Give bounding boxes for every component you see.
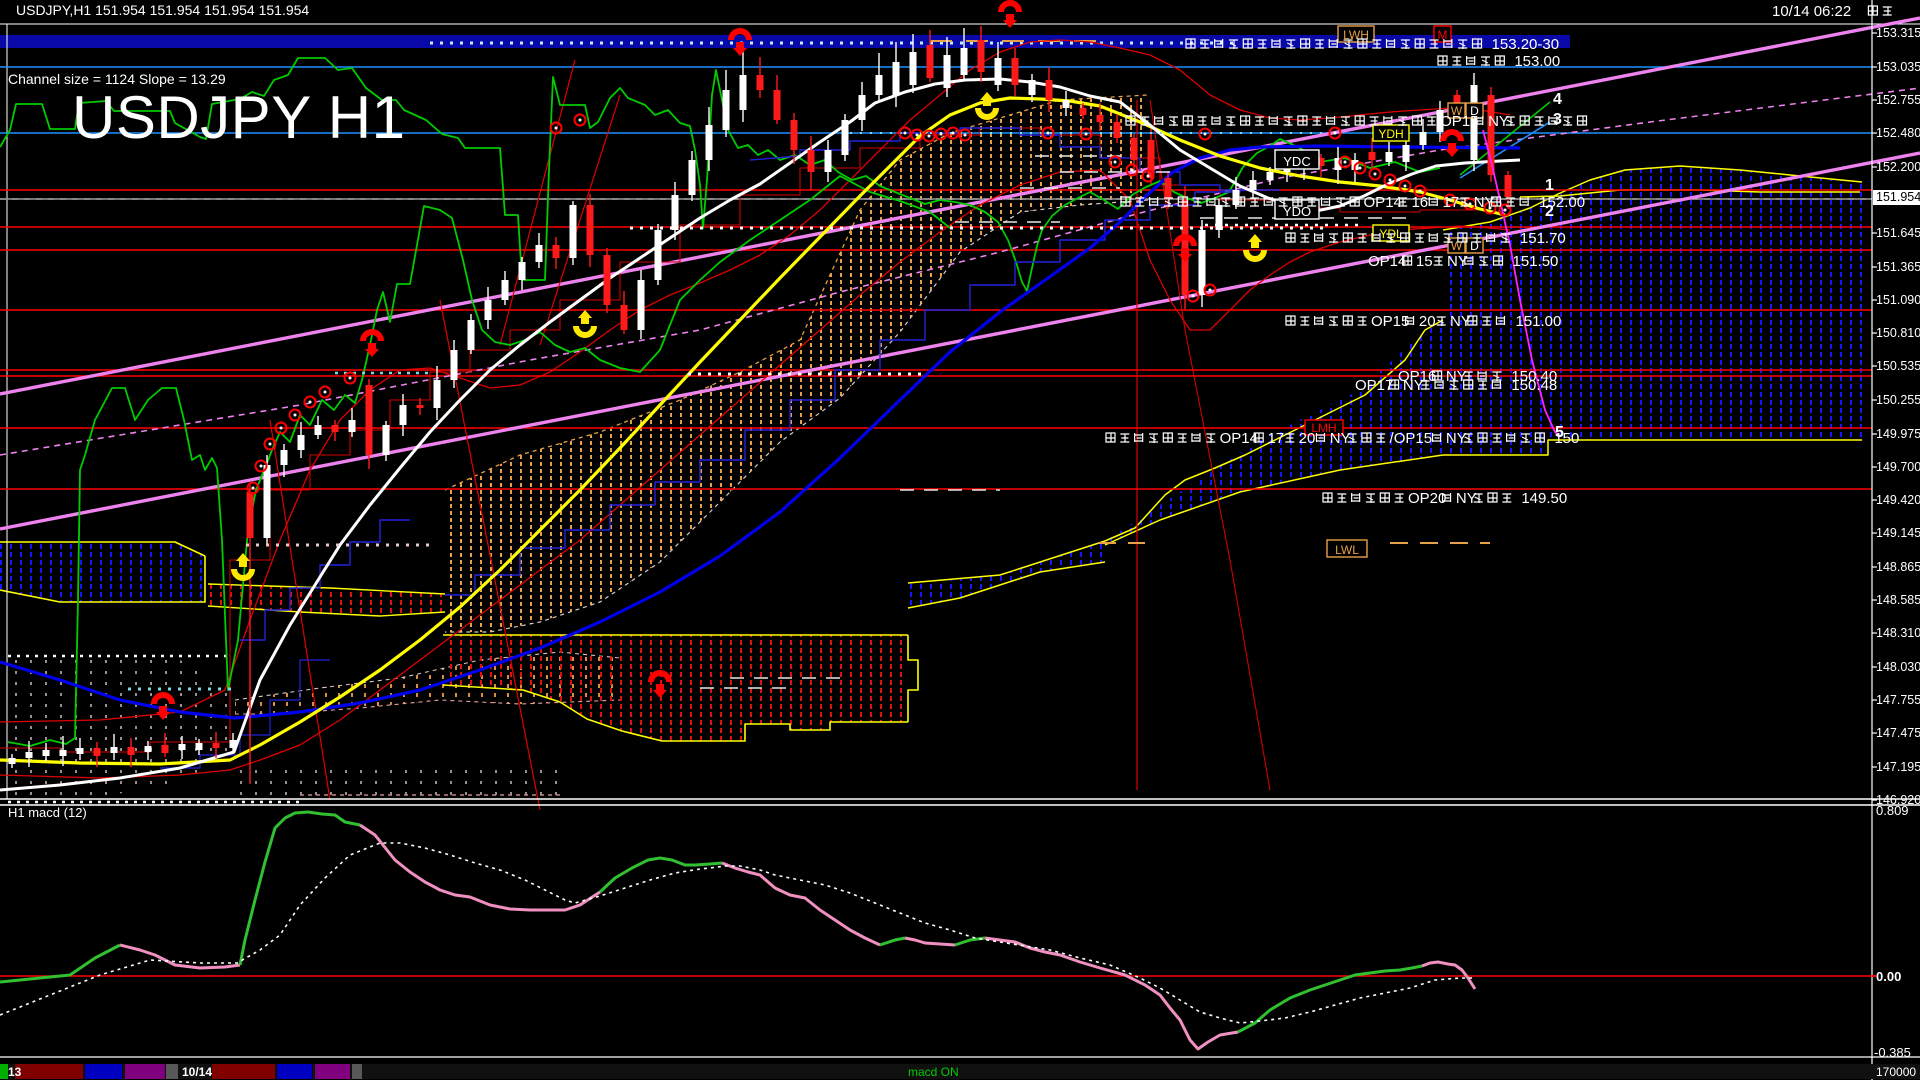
svg-text:17: 17 bbox=[1268, 430, 1285, 447]
svg-text:-0.385: -0.385 bbox=[1874, 1045, 1911, 1060]
svg-text:151.50: 151.50 bbox=[1513, 253, 1559, 270]
svg-text:NY: NY bbox=[1447, 253, 1468, 270]
svg-text:150.255: 150.255 bbox=[1876, 393, 1920, 407]
svg-text:15: 15 bbox=[1416, 253, 1433, 270]
svg-text:17: 17 bbox=[1443, 194, 1460, 211]
svg-text:H1 macd (12): H1 macd (12) bbox=[8, 805, 87, 820]
svg-text:150: 150 bbox=[1554, 430, 1579, 447]
svg-text:USDJPY,H1 151.954 151.954 151: USDJPY,H1 151.954 151.954 151.954 151.95… bbox=[16, 2, 309, 18]
svg-text:YDH: YDH bbox=[1378, 127, 1403, 141]
svg-text:0.809: 0.809 bbox=[1876, 803, 1909, 818]
svg-text:149.975: 149.975 bbox=[1876, 427, 1920, 441]
svg-text:10/14 06:22: 10/14 06:22 bbox=[1772, 3, 1851, 20]
svg-text:W: W bbox=[1451, 239, 1463, 253]
svg-text:20: 20 bbox=[1419, 313, 1436, 330]
svg-text:NY: NY bbox=[1456, 490, 1477, 507]
svg-text:148.865: 148.865 bbox=[1876, 560, 1920, 574]
svg-text:147.195: 147.195 bbox=[1876, 760, 1920, 774]
svg-text:OP14: OP14 bbox=[1220, 430, 1258, 447]
svg-text:150.535: 150.535 bbox=[1876, 359, 1920, 373]
svg-text:OP15: OP15 bbox=[1371, 313, 1409, 330]
svg-text:16: 16 bbox=[1411, 194, 1428, 211]
svg-text:NY: NY bbox=[1446, 430, 1467, 447]
svg-text:151.090: 151.090 bbox=[1876, 293, 1920, 307]
svg-text:151.70: 151.70 bbox=[1520, 230, 1566, 247]
svg-text:OP14: OP14 bbox=[1364, 194, 1402, 211]
svg-text:152.200: 152.200 bbox=[1876, 160, 1920, 174]
svg-text:148.310: 148.310 bbox=[1876, 626, 1920, 640]
svg-text:M: M bbox=[1438, 28, 1448, 42]
svg-text:153.035: 153.035 bbox=[1876, 60, 1920, 74]
svg-text:150.48: 150.48 bbox=[1511, 377, 1557, 394]
svg-text:OP14: OP14 bbox=[1368, 253, 1406, 270]
svg-text:152.00: 152.00 bbox=[1539, 194, 1585, 211]
svg-text:151.954: 151.954 bbox=[1876, 190, 1920, 204]
svg-text:170000: 170000 bbox=[1876, 1065, 1916, 1079]
svg-text:149.700: 149.700 bbox=[1876, 460, 1920, 474]
svg-text:153.20-30: 153.20-30 bbox=[1492, 36, 1560, 53]
svg-text:150.810: 150.810 bbox=[1876, 326, 1920, 340]
svg-text:153.315: 153.315 bbox=[1876, 26, 1920, 40]
svg-text:20: 20 bbox=[1299, 430, 1316, 447]
svg-text:152.480: 152.480 bbox=[1876, 126, 1920, 140]
svg-text:LWL: LWL bbox=[1335, 543, 1359, 557]
svg-text:13: 13 bbox=[8, 1065, 22, 1079]
svg-text:148.585: 148.585 bbox=[1876, 593, 1920, 607]
svg-text:149.50: 149.50 bbox=[1521, 490, 1567, 507]
svg-text:YDC: YDC bbox=[1283, 154, 1310, 169]
svg-text:148.030: 148.030 bbox=[1876, 660, 1920, 674]
svg-text:1: 1 bbox=[1545, 177, 1554, 194]
svg-text:NY: NY bbox=[1474, 194, 1495, 211]
svg-text:151.645: 151.645 bbox=[1876, 226, 1920, 240]
svg-text:/OP15: /OP15 bbox=[1390, 430, 1433, 447]
svg-text:OP17: OP17 bbox=[1355, 377, 1393, 394]
svg-text:4: 4 bbox=[1553, 91, 1562, 108]
svg-text:0.00: 0.00 bbox=[1876, 969, 1901, 984]
svg-text:OP20: OP20 bbox=[1408, 490, 1446, 507]
svg-text:OP15: OP15 bbox=[1440, 113, 1478, 130]
svg-text:NY: NY bbox=[1403, 377, 1424, 394]
svg-text:147.475: 147.475 bbox=[1876, 726, 1920, 740]
svg-text:10/14: 10/14 bbox=[182, 1065, 212, 1079]
svg-text:149.145: 149.145 bbox=[1876, 526, 1920, 540]
svg-text:152.755: 152.755 bbox=[1876, 93, 1920, 107]
svg-text:153.00: 153.00 bbox=[1514, 53, 1560, 70]
svg-text:151.00: 151.00 bbox=[1515, 313, 1561, 330]
svg-text:NY: NY bbox=[1330, 430, 1351, 447]
svg-text:3: 3 bbox=[1553, 111, 1562, 128]
svg-text:149.420: 149.420 bbox=[1876, 493, 1920, 507]
svg-text:147.755: 147.755 bbox=[1876, 693, 1920, 707]
svg-text:NY: NY bbox=[1488, 113, 1509, 130]
svg-text:NY: NY bbox=[1450, 313, 1471, 330]
svg-text:D: D bbox=[1470, 239, 1479, 253]
svg-text:151.365: 151.365 bbox=[1876, 260, 1920, 274]
svg-text:USDJPY H1: USDJPY H1 bbox=[72, 84, 406, 151]
svg-text:macd ON: macd ON bbox=[908, 1065, 959, 1079]
